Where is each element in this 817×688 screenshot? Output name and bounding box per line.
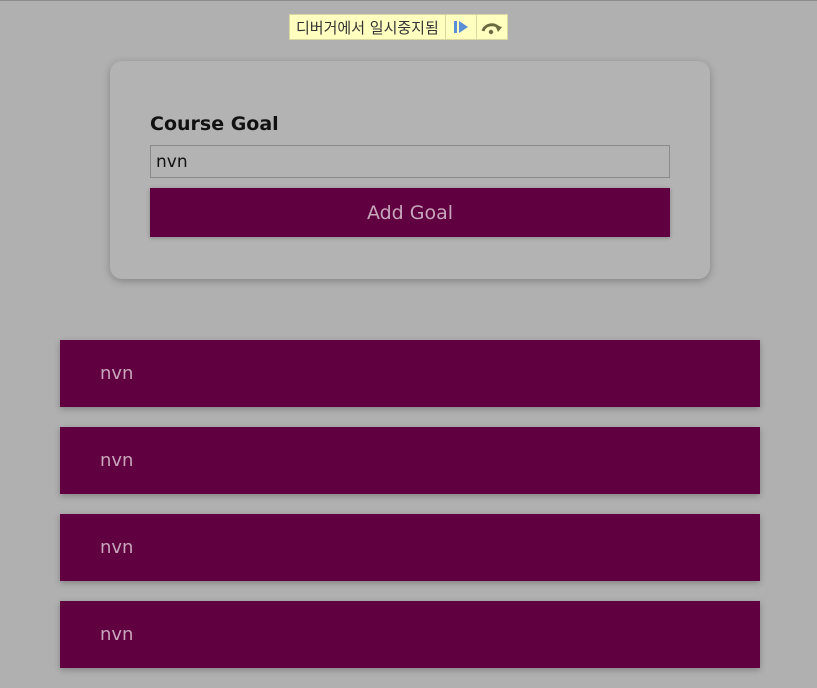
goal-list-item[interactable]: nvn [60,340,760,407]
debugger-paused-bar: 디버거에서 일시중지됨 [289,14,508,40]
course-goal-input[interactable] [150,145,670,178]
goal-list-item[interactable]: nvn [60,601,760,668]
goal-list-item[interactable]: nvn [60,427,760,494]
resume-button[interactable] [446,15,477,39]
resume-icon [453,21,468,33]
step-over-icon [481,23,502,35]
add-goal-button[interactable]: Add Goal [150,188,670,237]
goal-list: nvn nvn nvn nvn [60,340,760,688]
goal-list-item[interactable]: nvn [60,514,760,581]
goal-form-card: Course Goal Add Goal [110,61,710,279]
step-over-button[interactable] [477,15,507,39]
window-top-border [0,0,817,1]
debugger-paused-text: 디버거에서 일시중지됨 [290,15,446,39]
course-goal-label: Course Goal [150,113,279,135]
